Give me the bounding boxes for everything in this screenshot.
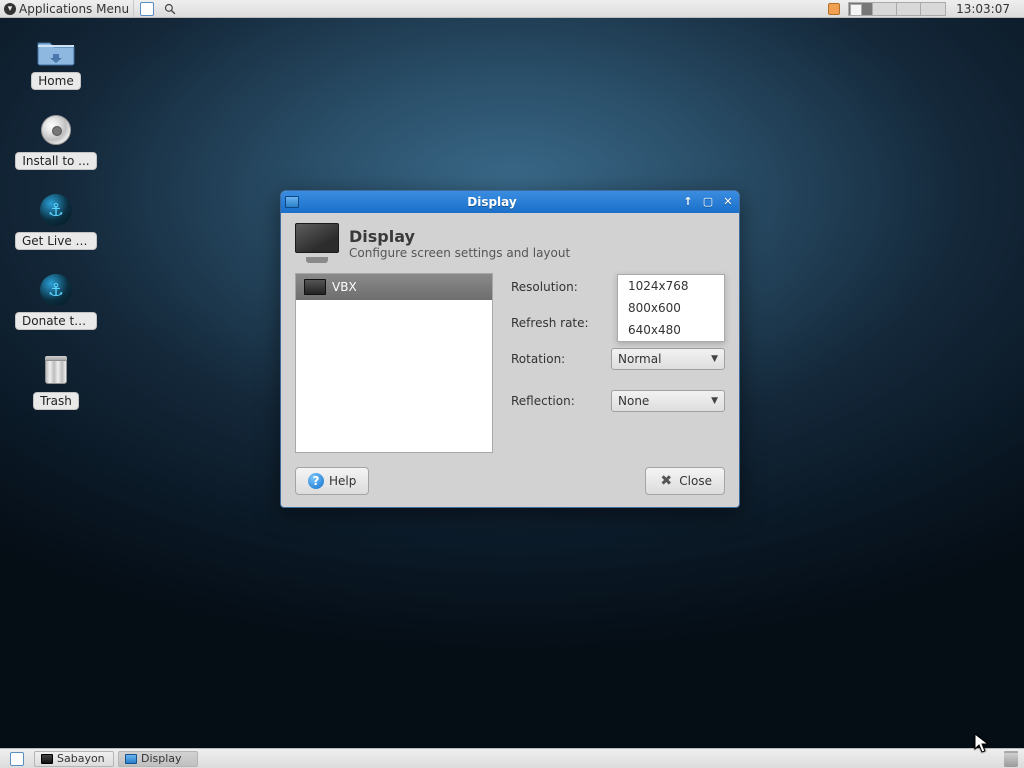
chevron-down-icon: ▼: [711, 354, 718, 364]
workspace-2[interactable]: [873, 3, 897, 15]
window-maximize-button[interactable]: ▢: [701, 195, 715, 209]
disc-icon: [36, 112, 76, 148]
rotation-combobox[interactable]: Normal ▼: [611, 348, 725, 370]
folder-home-icon: [36, 32, 76, 68]
window-icon: [41, 754, 53, 764]
help-icon: ?: [308, 473, 324, 489]
workspace-3[interactable]: [897, 3, 921, 15]
help-button[interactable]: ? Help: [295, 467, 369, 495]
window-close-button[interactable]: ✕: [721, 195, 735, 209]
workspace-pager[interactable]: [848, 2, 946, 16]
top-panel: ▾ Applications Menu 13:03:07: [0, 0, 1024, 18]
rotation-label: Rotation:: [511, 352, 601, 366]
window-icon: [285, 196, 299, 208]
desktop-icon-label: Home: [31, 72, 80, 90]
desktop-icon-label: Trash: [33, 392, 79, 410]
refresh-rate-label: Refresh rate:: [511, 316, 601, 330]
window-rollup-button[interactable]: ↑: [681, 195, 695, 209]
display-list-item[interactable]: VBX: [296, 274, 492, 300]
desktop-icon-live-help[interactable]: ⚓ Get Live H...: [14, 192, 98, 250]
window-title: Display: [303, 195, 681, 209]
monitor-small-icon: [304, 279, 326, 295]
anchor-icon: ⚓: [36, 272, 76, 308]
monitor-icon: [295, 223, 339, 263]
help-button-label: Help: [329, 474, 356, 488]
desktop-icons: Home Install to ... ⚓ Get Live H... ⚓ Do…: [14, 32, 98, 410]
bottom-panel: Sabayon Display: [0, 748, 1024, 768]
anchor-icon: ⚓: [36, 192, 76, 228]
chevron-down-icon: ▼: [711, 396, 718, 406]
desktop-icon-trash[interactable]: Trash: [14, 352, 98, 410]
desktop-icon-donate[interactable]: ⚓ Donate to...: [14, 272, 98, 330]
dialog-heading: Display: [349, 227, 570, 246]
xfce-menu-icon: ▾: [4, 3, 16, 15]
window-icon: [125, 754, 137, 764]
applications-menu-label: Applications Menu: [19, 2, 129, 16]
desktop-icon-label: Get Live H...: [15, 232, 97, 250]
window-titlebar[interactable]: Display ↑ ▢ ✕: [281, 191, 739, 213]
show-desktop-icon: [10, 752, 24, 766]
display-settings: Resolution: 1024x768 800x600 640x480 Ref…: [511, 273, 725, 453]
rotation-value: Normal: [618, 352, 661, 366]
dialog-body: Display Configure screen settings and la…: [281, 213, 739, 507]
resolution-option[interactable]: 800x600: [618, 297, 724, 319]
desktop-icon-label: Install to ...: [15, 152, 96, 170]
desktop-icon-home[interactable]: Home: [14, 32, 98, 90]
reflection-combobox[interactable]: None ▼: [611, 390, 725, 412]
task-label: Display: [141, 752, 182, 765]
applications-menu[interactable]: ▾ Applications Menu: [0, 0, 134, 17]
desktop-icon-label: Donate to...: [15, 312, 97, 330]
resolution-label: Resolution:: [511, 280, 601, 294]
resolution-option[interactable]: 640x480: [618, 319, 724, 341]
task-label: Sabayon: [57, 752, 105, 765]
workspace-4[interactable]: [921, 3, 945, 15]
close-icon: ✖: [658, 473, 674, 489]
resolution-dropdown[interactable]: 1024x768 800x600 640x480: [617, 274, 725, 342]
clock[interactable]: 13:03:07: [950, 2, 1016, 16]
task-display[interactable]: Display: [118, 751, 198, 767]
show-desktop-button[interactable]: [134, 0, 160, 17]
close-button-label: Close: [679, 474, 712, 488]
workspace-1[interactable]: [849, 3, 873, 15]
display-settings-window: Display ↑ ▢ ✕ Display Configure screen s…: [280, 190, 740, 508]
display-name: VBX: [332, 280, 357, 294]
app-finder-button[interactable]: [160, 0, 180, 17]
resolution-option[interactable]: 1024x768: [618, 275, 724, 297]
display-list[interactable]: VBX: [295, 273, 493, 453]
reflection-label: Reflection:: [511, 394, 601, 408]
task-sabayon[interactable]: Sabayon: [34, 751, 114, 767]
desktop-icon-install[interactable]: Install to ...: [14, 112, 98, 170]
tray-trash-button[interactable]: [1004, 751, 1018, 767]
close-button[interactable]: ✖ Close: [645, 467, 725, 495]
reflection-value: None: [618, 394, 649, 408]
trash-icon: [36, 352, 76, 388]
search-icon: [164, 3, 176, 15]
show-desktop-button-bottom[interactable]: [4, 749, 30, 768]
clipboard-manager[interactable]: [824, 0, 844, 17]
dialog-subheading: Configure screen settings and layout: [349, 246, 570, 260]
network-indicator[interactable]: [1016, 0, 1024, 17]
show-desktop-icon: [140, 2, 154, 16]
clipboard-icon: [828, 3, 840, 15]
